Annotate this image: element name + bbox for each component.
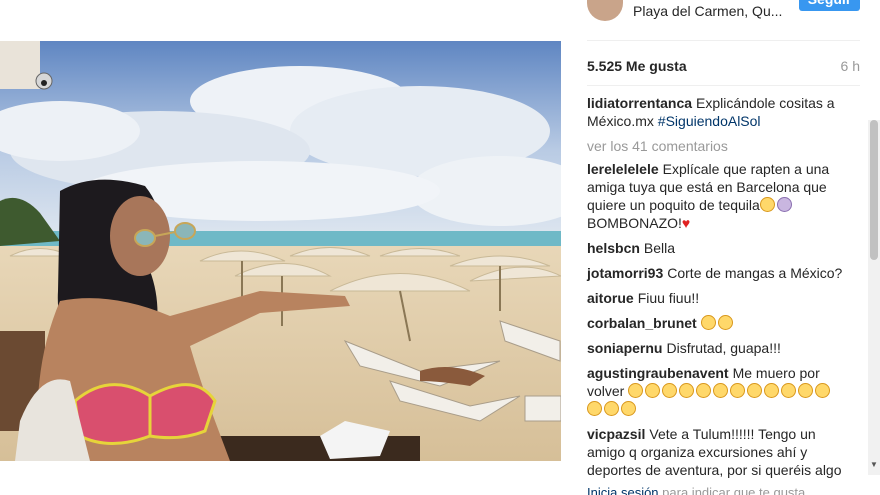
comment-username[interactable]: agustingraubenavent: [587, 365, 729, 381]
comment-username[interactable]: lerelelelele: [587, 161, 659, 177]
laughing-emoji-icon: [662, 383, 678, 398]
follow-button[interactable]: Seguir: [799, 0, 860, 11]
laughing-emoji-icon: [815, 383, 831, 398]
comment-item: helsbcn Bella: [587, 239, 843, 257]
comment-username[interactable]: jotamorri93: [587, 265, 663, 281]
comment-username[interactable]: corbalan_brunet: [587, 315, 697, 331]
laughing-emoji-icon: [645, 383, 661, 398]
laughing-emoji-icon: [781, 383, 797, 398]
laughing-emoji-icon: [621, 401, 636, 416]
comments-list: lidiatorrentanca Explicándole cositas a M…: [587, 94, 843, 486]
avatar[interactable]: [587, 0, 623, 21]
laughing-emoji-icon: [747, 383, 763, 398]
post-photo[interactable]: [0, 41, 561, 461]
view-comments-link[interactable]: ver los 41 comentarios: [587, 137, 843, 155]
location-link[interactable]: Playa del Carmen, Qu...: [633, 3, 782, 19]
login-text: para indicar que te gusta: [662, 485, 806, 495]
comment-username[interactable]: aitorue: [587, 290, 634, 306]
laughing-emoji-icon: [679, 383, 695, 398]
post-sidebar: Playa del Carmen, Qu... Seguir 5.525 Me …: [587, 0, 880, 495]
laughing-emoji-icon: [713, 383, 729, 398]
comment-item: lerelelelele Explícale que rapten a una a…: [587, 160, 843, 232]
login-link[interactable]: Inicia sesión: [587, 485, 659, 495]
comment-item: jotamorri93 Corte de mangas a México?: [587, 264, 843, 282]
comment-item: soniapernu Disfrutad, guapa!!!: [587, 339, 843, 357]
hashtag-link[interactable]: #SiguiendoAlSol: [658, 113, 761, 129]
woman-emoji-icon: [776, 197, 792, 212]
post-time[interactable]: 6 h: [841, 58, 860, 74]
laughing-emoji-icon: [759, 197, 775, 212]
comment-username[interactable]: vicpazsil: [587, 426, 645, 442]
caption: lidiatorrentanca Explicándole cositas a M…: [587, 94, 843, 130]
comment-suffix: BOMBONAZO!: [587, 215, 682, 231]
laughing-emoji-icon: [700, 315, 716, 330]
laughing-emoji-icon: [628, 383, 644, 398]
comment-text: Disfrutad, guapa!!!: [666, 340, 781, 356]
laughing-emoji-icon: [764, 383, 780, 398]
laughing-emoji-icon: [587, 401, 602, 416]
scrollbar-thumb[interactable]: [870, 120, 878, 260]
laughing-emoji-icon: [717, 315, 733, 330]
laughing-emoji-icon: [604, 401, 619, 416]
heart-icon: ♥: [681, 215, 691, 231]
caption-username[interactable]: lidiatorrentanca: [587, 95, 692, 111]
likes-row: 5.525 Me gusta 6 h: [587, 58, 860, 76]
login-prompt: Inicia sesión para indicar que te gusta: [587, 485, 805, 495]
comments-scrollbar[interactable]: ▼: [868, 120, 880, 475]
laughing-emoji-icon: [730, 383, 746, 398]
comment-username[interactable]: soniapernu: [587, 340, 662, 356]
comment-username[interactable]: helsbcn: [587, 240, 640, 256]
laughing-emoji-icon: [696, 383, 712, 398]
comment-text: Fiuu fiuu!!: [637, 290, 700, 306]
scroll-down-arrow-icon[interactable]: ▼: [868, 459, 880, 471]
comment-item: agustingraubenavent Me muero por volver: [587, 364, 843, 418]
comment-item: corbalan_brunet: [587, 314, 843, 332]
divider: [587, 85, 860, 86]
likes-count[interactable]: 5.525 Me gusta: [587, 58, 687, 74]
comment-item: vicpazsil Vete a Tulum!!!!!! Tengo un ami…: [587, 425, 843, 479]
laughing-emoji-icon: [798, 383, 814, 398]
comment-item: aitorue Fiuu fiuu!!: [587, 289, 843, 307]
comment-text: Corte de mangas a México?: [667, 265, 843, 281]
divider: [587, 40, 860, 41]
comment-text: Bella: [643, 240, 676, 256]
post-header: Playa del Carmen, Qu... Seguir: [587, 0, 860, 24]
